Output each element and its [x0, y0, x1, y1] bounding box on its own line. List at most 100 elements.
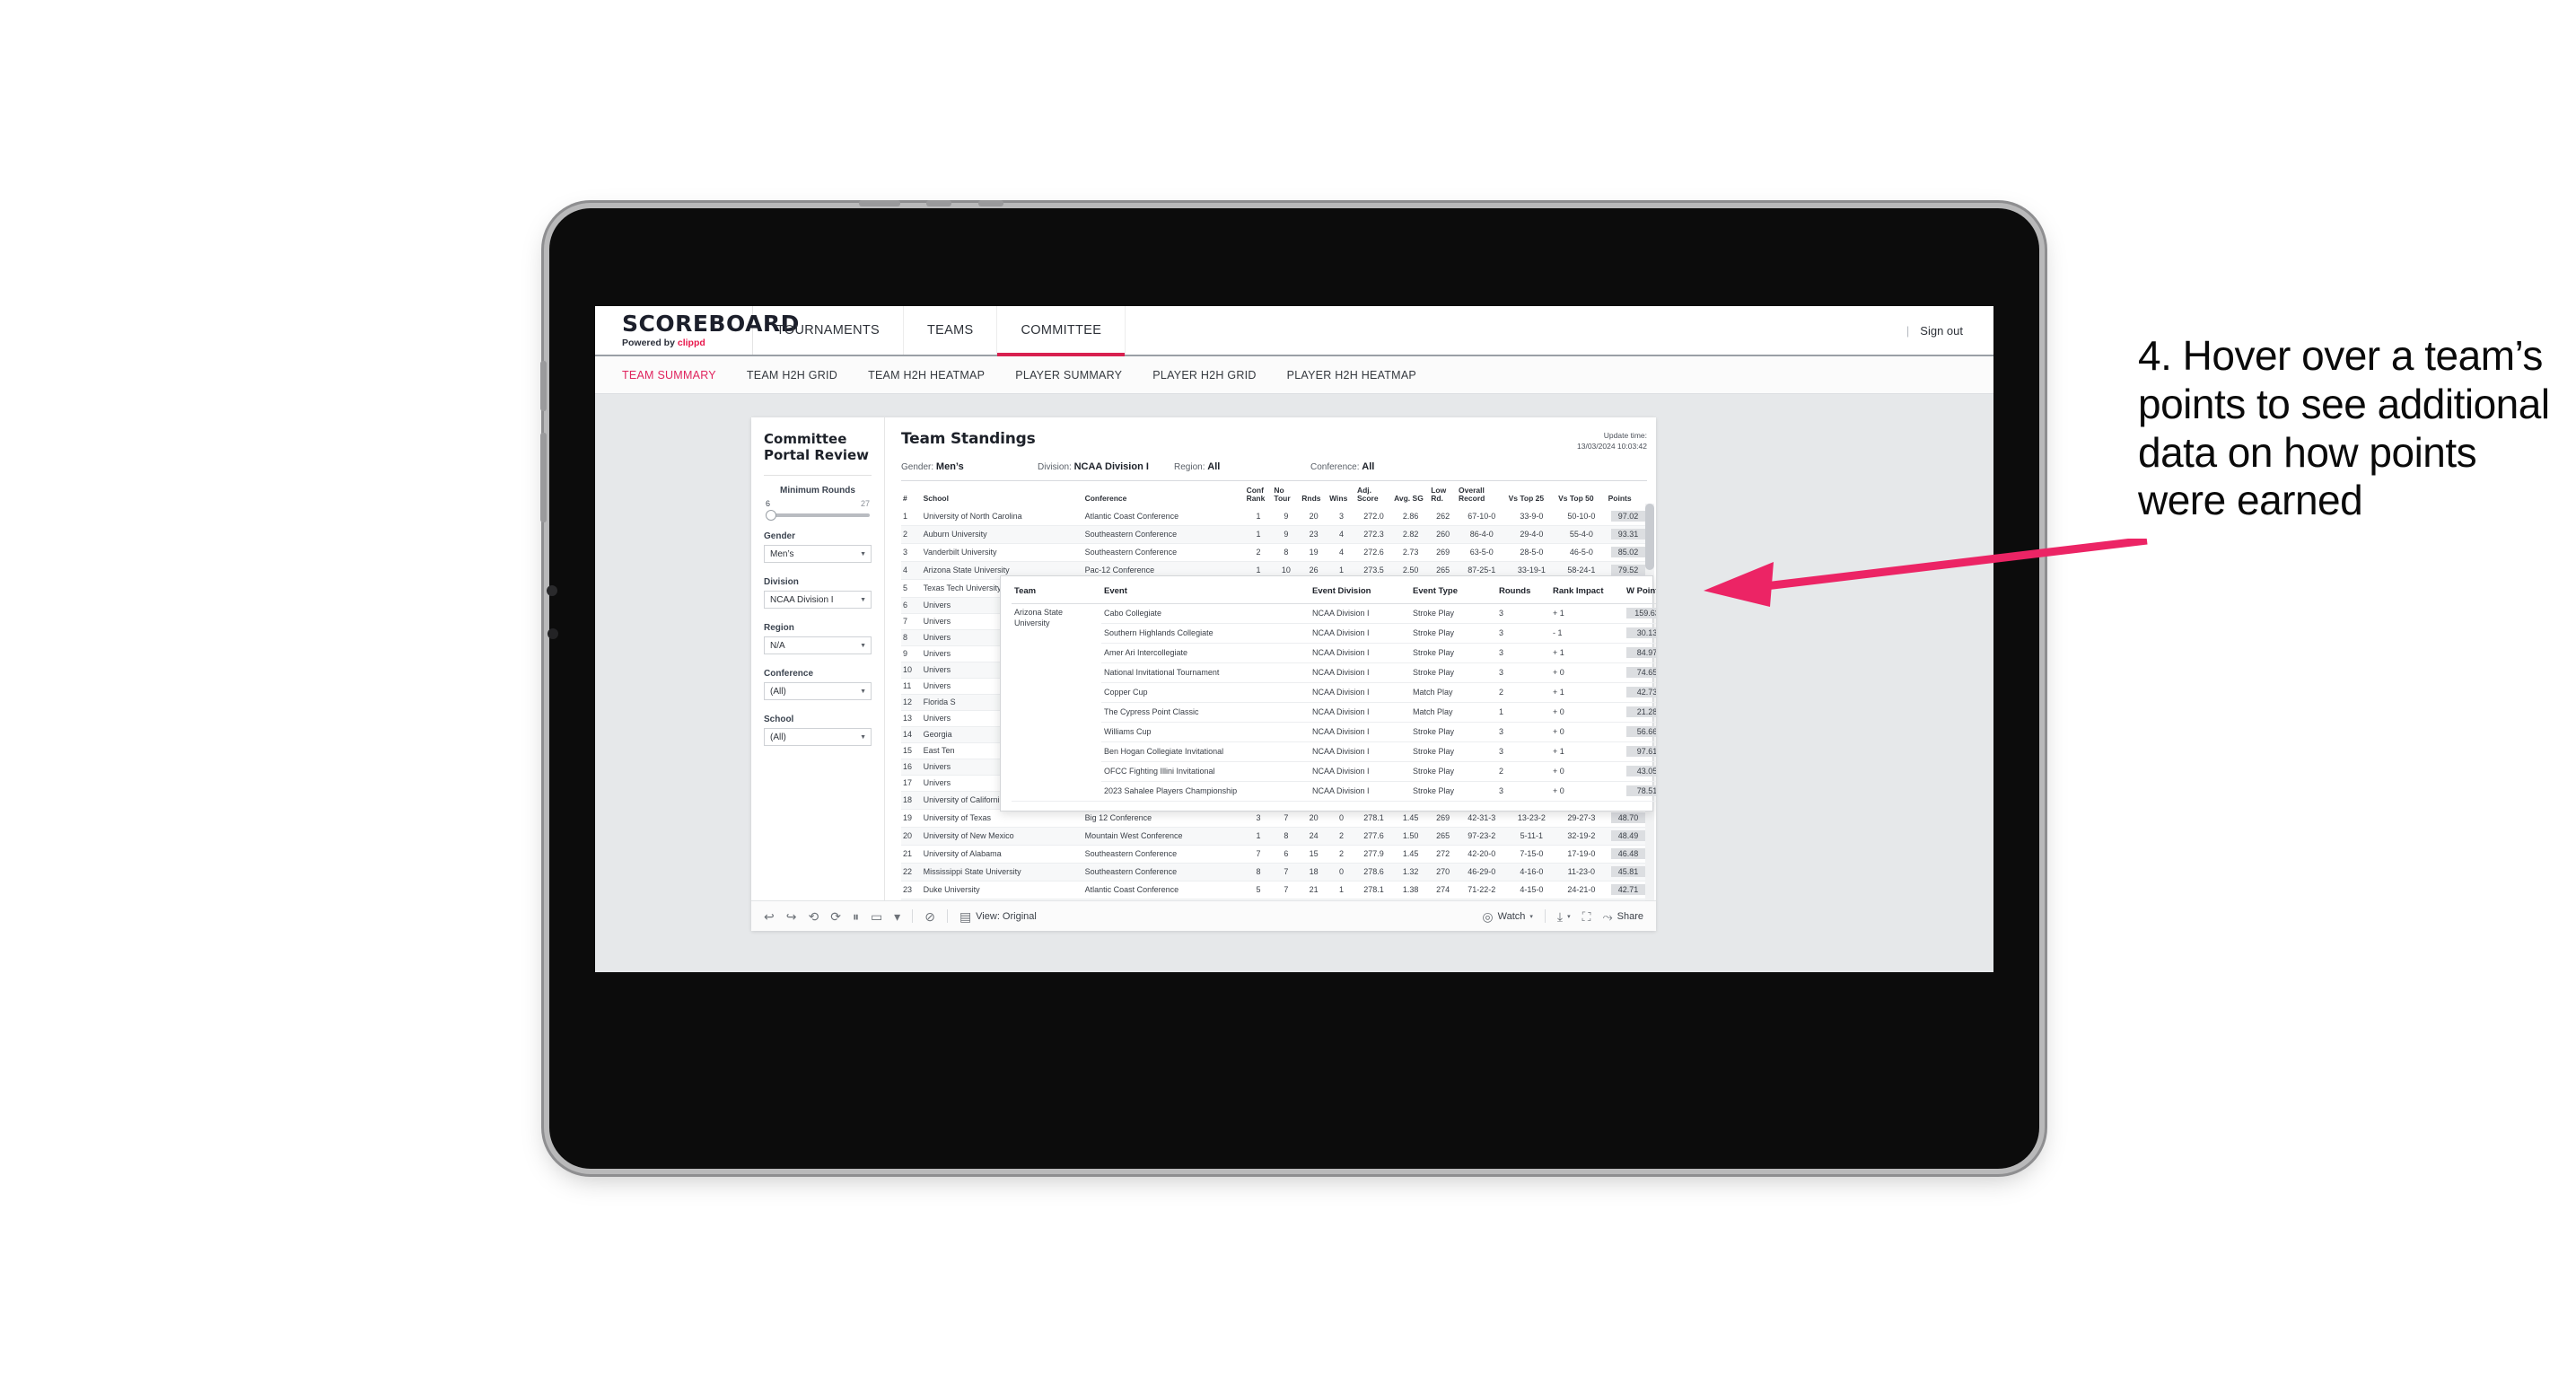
chevron-down-icon: ▼ [860, 596, 866, 603]
tooltip-cell-wpoints: 56.66 [1624, 722, 1656, 742]
cell-pts[interactable]: 85.02 [1606, 543, 1647, 562]
table-row[interactable]: 21 University of Alabama Southeastern Conf… [901, 845, 1647, 864]
slider-handle[interactable] [766, 510, 776, 522]
chevron-down-icon: ▼ [860, 550, 866, 557]
tooltip-cell-rounds: 1 [1496, 702, 1550, 723]
cell-t25: 13-23-2 [1506, 809, 1557, 828]
table-row[interactable]: 2 Auburn University Southeastern Conferenc… [901, 525, 1647, 544]
col-conference[interactable]: Conference [1083, 481, 1245, 508]
table-row[interactable]: 3 Vanderbilt University Southeastern Confe… [901, 543, 1647, 562]
pause-updates-icon[interactable]: ⏸ [853, 910, 859, 923]
tooltip-cell-event: Copper Cup [1101, 682, 1310, 703]
points-badge[interactable]: 93.31 [1611, 529, 1645, 540]
nav-item-committee[interactable]: COMMITTEE [997, 306, 1126, 356]
alerts-icon[interactable]: ⊘ [924, 910, 935, 923]
summary-division-value: NCAA Division I [1073, 461, 1149, 472]
share-button[interactable]: ⤳ Share [1602, 910, 1643, 923]
filter-division-select[interactable]: NCAA Division I ▼ [764, 591, 872, 610]
download-button[interactable]: ⤓ ▾ [1557, 910, 1571, 923]
cell-pts[interactable]: 46.48 [1606, 845, 1647, 864]
view-shape-icon[interactable]: ▭ [871, 910, 882, 923]
watch-button[interactable]: ◎ Watch ▾ [1482, 910, 1533, 923]
nav-item-tournaments[interactable]: TOURNAMENTS [753, 306, 905, 355]
w-points-badge: 56.66 [1626, 726, 1656, 738]
update-time: Update time: 13/03/2024 10:03:42 [1577, 430, 1647, 452]
tab-player-h2h-heatmap[interactable]: PLAYER H2H HEATMAP [1287, 369, 1416, 382]
col-vs-top-25[interactable]: Vs Top 25 [1507, 481, 1557, 508]
points-badge[interactable]: 85.02 [1611, 547, 1645, 558]
table-row[interactable]: 24University of OregonPac-12 Conference5… [901, 899, 1647, 900]
cell-t25: 29-4-0 [1506, 525, 1557, 544]
col-rnds[interactable]: Rnds [1300, 481, 1327, 508]
filter-region-select[interactable]: N/A ▼ [764, 636, 872, 655]
tab-team-summary[interactable]: TEAM SUMMARY [622, 369, 716, 382]
points-badge[interactable]: 48.49 [1611, 830, 1645, 842]
fullscreen-icon[interactable]: ⛶ [1582, 910, 1591, 923]
points-badge[interactable]: 97.02 [1611, 511, 1645, 522]
points-badge[interactable]: 45.81 [1611, 866, 1645, 878]
filter-school-select[interactable]: (All) ▼ [764, 728, 872, 747]
cell-pts[interactable]: 42.71 [1606, 881, 1647, 899]
col-adj-score[interactable]: Adj. Score [1355, 481, 1392, 508]
cell-n: 18 [901, 791, 922, 810]
cell-t50: 17-19-0 [1556, 845, 1607, 864]
cell-adj: 277.6 [1354, 827, 1393, 846]
cell-pts[interactable]: 48.70 [1606, 809, 1647, 828]
filter-gender-select[interactable]: Men’s ▼ [764, 545, 872, 564]
col-no-tour[interactable]: No Tour [1272, 481, 1300, 508]
cell-pts[interactable]: 48.49 [1606, 827, 1647, 846]
sign-out-button[interactable]: | Sign out [1906, 306, 1993, 355]
col-conf-rank[interactable]: Conf Rank [1245, 481, 1273, 508]
cell-adj: 272.6 [1354, 543, 1393, 562]
points-badge[interactable]: 79.52 [1611, 565, 1645, 576]
view-original-button[interactable]: ▤ View: Original [959, 910, 1037, 923]
col-school[interactable]: School [922, 481, 1083, 508]
points-badge[interactable]: 42.71 [1611, 884, 1645, 896]
col-avg-sg[interactable]: Avg. SG [1392, 481, 1429, 508]
redo-icon[interactable]: ↪ [786, 910, 797, 923]
brand-logo[interactable]: SCOREBOARD Powered by clippd [595, 306, 799, 355]
table-row[interactable]: 23 Duke University Atlantic Coast Conferen… [901, 881, 1647, 899]
cell-n: 7 [901, 613, 922, 630]
cell-pts[interactable]: 93.31 [1606, 525, 1647, 544]
table-scrollbar-thumb[interactable] [1645, 504, 1654, 570]
cell-sg: 1.45 [1392, 845, 1430, 864]
points-badge[interactable]: 46.48 [1611, 848, 1645, 860]
tab-team-h2h-grid[interactable]: TEAM H2H GRID [747, 369, 837, 382]
table-row[interactable]: 19 University of Texas Big 12 Conference 3 7… [901, 809, 1647, 828]
revert-icon[interactable]: ⟲ [808, 910, 819, 923]
cell-t25: 28-5-0 [1506, 543, 1557, 562]
cell-pts[interactable]: 42.58 [1606, 899, 1647, 900]
tab-player-h2h-grid[interactable]: PLAYER H2H GRID [1152, 369, 1256, 382]
cell-rec: 67-10-0 [1457, 507, 1507, 526]
refresh-icon[interactable]: ⟳ [830, 910, 841, 923]
tooltip-cell-wpoints: 78.51 [1624, 781, 1656, 802]
cell-pts[interactable]: 97.02 [1606, 507, 1647, 526]
points-badge[interactable]: 48.70 [1611, 812, 1645, 824]
col-overall-rec[interactable]: Overall Record [1457, 481, 1507, 508]
col-points[interactable]: Points [1607, 481, 1647, 508]
cell-rnds: 23 [1300, 525, 1328, 544]
slider-track[interactable] [766, 510, 870, 522]
table-row[interactable]: 20 University of New Mexico Mountain West … [901, 827, 1647, 846]
cell-conf: Atlantic Coast Conference [1082, 507, 1245, 526]
device-button-side-2 [540, 433, 547, 522]
cell-notour: 8 [1272, 827, 1301, 846]
col-vs-top-50[interactable]: Vs Top 50 [1556, 481, 1607, 508]
tab-team-h2h-heatmap[interactable]: TEAM H2H HEATMAP [868, 369, 985, 382]
nav-item-teams[interactable]: TEAMS [904, 306, 998, 355]
tooltip-cell-rounds: 3 [1496, 643, 1550, 663]
cell-pts[interactable]: 45.81 [1606, 863, 1647, 882]
col-low-rd[interactable]: Low Rd. [1429, 481, 1457, 508]
cell-conf: Southeastern Conference [1082, 525, 1245, 544]
undo-icon[interactable]: ↩ [764, 910, 775, 923]
col-rank[interactable]: # [901, 481, 922, 508]
tab-player-summary[interactable]: PLAYER SUMMARY [1015, 369, 1122, 382]
table-row[interactable]: 1 University of North Carolina Atlantic Co… [901, 507, 1647, 526]
table-row[interactable]: 22 Mississippi State University Southeaste… [901, 863, 1647, 882]
tooltip-cell-event: Southern Highlands Collegiate [1101, 623, 1310, 644]
col-wins[interactable]: Wins [1327, 481, 1355, 508]
filter-conference-select[interactable]: (All) ▼ [764, 682, 872, 701]
tt-col-event-type: Event Type [1410, 584, 1496, 604]
chevron-down-icon[interactable]: ▾ [894, 910, 900, 923]
